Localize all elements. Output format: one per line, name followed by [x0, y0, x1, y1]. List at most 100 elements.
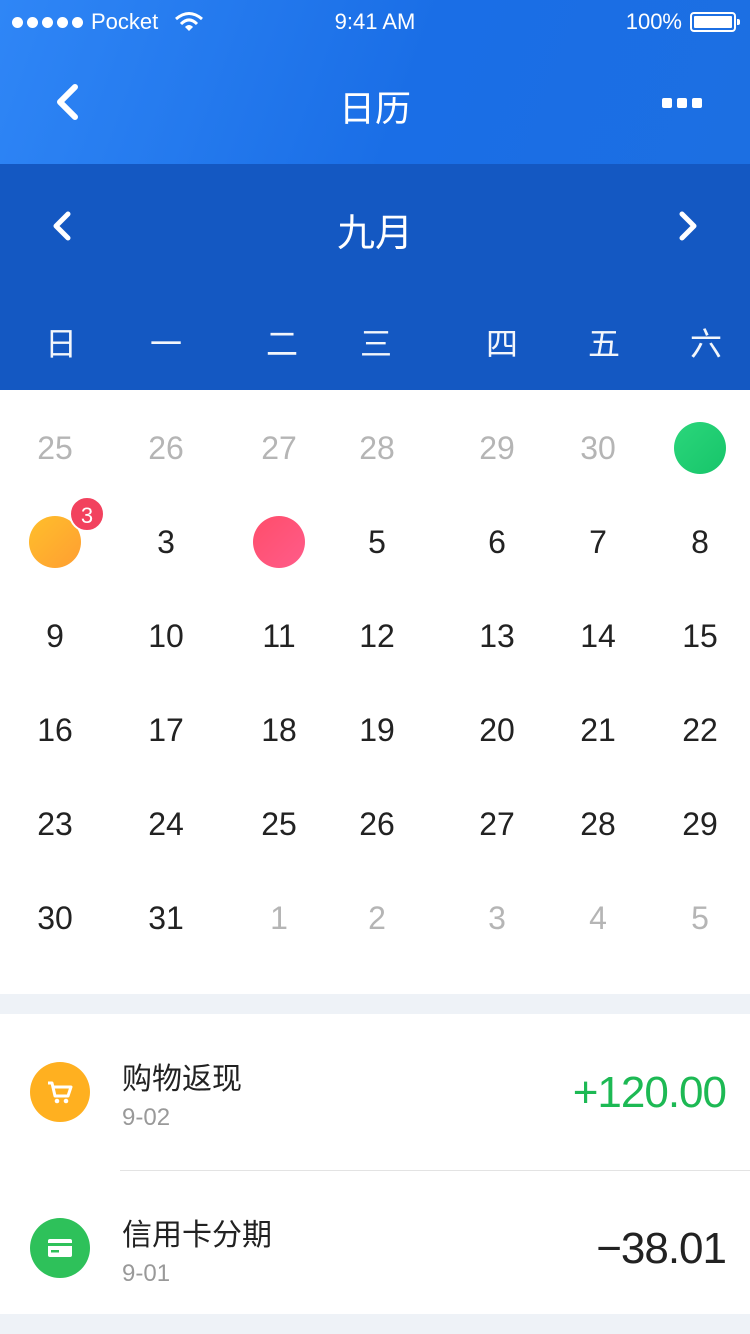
battery-icon	[690, 12, 740, 32]
calendar-day-label: 25	[261, 806, 297, 842]
notification-badge: 3	[69, 496, 105, 532]
calendar-day-label: 28	[580, 806, 616, 842]
calendar-day[interactable]: 18	[229, 700, 329, 760]
calendar-day-label: 30	[37, 900, 73, 936]
calendar-day[interactable]: 20	[447, 700, 547, 760]
weekday-label: 三	[359, 326, 392, 362]
calendar-day[interactable]: 26	[116, 418, 216, 478]
weekday-row: 日 一 二 三 四 五 六	[0, 319, 750, 362]
calendar-day[interactable]	[229, 512, 329, 572]
month-header: 九月 日 一 二 三 四 五 六	[0, 164, 750, 390]
calendar-day-label: 15	[682, 618, 718, 654]
calendar-day-label: 11	[262, 618, 296, 654]
calendar-day[interactable]: 31	[116, 888, 216, 948]
calendar-day-label: 18	[261, 712, 297, 748]
calendar-day-label: 26	[148, 430, 184, 466]
calendar-day[interactable]: 17	[116, 700, 216, 760]
cart-icon	[30, 1062, 90, 1122]
calendar-day-label: 16	[37, 712, 73, 748]
transaction-title: 购物返现	[122, 1063, 242, 1096]
more-dot	[692, 98, 702, 108]
calendar-day-label: 30	[580, 430, 616, 466]
calendar-day-label: 20	[479, 712, 515, 748]
calendar-day[interactable]: 16	[5, 700, 105, 760]
transaction-date: 9-01	[122, 1260, 171, 1287]
calendar-day-label: 27	[479, 806, 515, 842]
calendar-day-label: 29	[682, 806, 718, 842]
weekday-label: 六	[689, 326, 722, 362]
calendar-day[interactable]: 29	[650, 794, 750, 854]
calendar-day[interactable]: 25	[5, 418, 105, 478]
calendar-day[interactable]: 8	[650, 512, 750, 572]
calendar-day[interactable]: 23	[5, 794, 105, 854]
calendar-day[interactable]: 11	[229, 606, 329, 666]
calendar-day-label: 5	[368, 524, 386, 560]
calendar-day[interactable]: 2	[327, 888, 427, 948]
calendar-day-label: 21	[580, 712, 616, 748]
calendar-day[interactable]: 24	[116, 794, 216, 854]
chevron-left-icon	[57, 84, 78, 120]
calendar-day[interactable]: 26	[327, 794, 427, 854]
more-button[interactable]	[658, 88, 706, 118]
calendar-day[interactable]: 28	[548, 794, 648, 854]
calendar-day[interactable]: 3	[116, 512, 216, 572]
calendar-day[interactable]: 5	[650, 888, 750, 948]
more-dot	[677, 98, 687, 108]
app-header: Pocket 9:41 AM 100% 日历	[0, 0, 750, 164]
transaction-row[interactable]: 信用卡分期 9-01 −38.01	[0, 1170, 750, 1326]
battery-info: 100%	[625, 9, 740, 35]
calendar-day[interactable]	[650, 418, 750, 478]
calendar-day-label: 7	[589, 524, 607, 560]
calendar-day[interactable]: 19	[327, 700, 427, 760]
calendar-day[interactable]: 25	[229, 794, 329, 854]
calendar-day[interactable]: 1	[229, 888, 329, 948]
calendar-day-label: 13	[479, 618, 515, 654]
calendar-day-label: 10	[148, 618, 184, 654]
transaction-amount: −38.01	[596, 1224, 727, 1273]
calendar-grid: 25 26 27 28 29 30 3 3 5 6 7 8 9 10 11 12 13 14 15 16 17 18 19 2…	[0, 390, 750, 994]
calendar-day[interactable]: 30	[5, 888, 105, 948]
calendar-day-label: 9	[46, 618, 64, 654]
calendar-day-label: 22	[682, 712, 718, 748]
calendar-day[interactable]: 27	[447, 794, 547, 854]
calendar-day-label: 31	[148, 900, 184, 936]
calendar-day[interactable]: 27	[229, 418, 329, 478]
calendar-day[interactable]: 14	[548, 606, 648, 666]
calendar-day[interactable]: 28	[327, 418, 427, 478]
calendar-day[interactable]: 9	[5, 606, 105, 666]
calendar-day-label: 28	[359, 430, 395, 466]
card-icon	[30, 1218, 90, 1278]
weekday-label: 四	[485, 326, 518, 362]
back-button[interactable]	[48, 80, 88, 124]
status-bar: Pocket 9:41 AM 100%	[0, 0, 750, 44]
calendar-day-label: 8	[691, 524, 709, 560]
transaction-row[interactable]: 购物返现 9-02 +120.00	[0, 1014, 750, 1171]
weekday-label: 一	[149, 326, 182, 362]
calendar-day[interactable]: 5	[327, 512, 427, 572]
calendar-day[interactable]: 12	[327, 606, 427, 666]
calendar-day[interactable]: 29	[447, 418, 547, 478]
calendar-day[interactable]: 22	[650, 700, 750, 760]
calendar-day-label: 4	[589, 900, 607, 936]
transaction-date: 9-02	[122, 1104, 171, 1131]
calendar-day[interactable]: 4	[548, 888, 648, 948]
chevron-right-icon	[679, 211, 697, 241]
calendar-day-label: 3	[157, 524, 175, 560]
next-month-button[interactable]	[666, 206, 706, 246]
battery-label: 100%	[625, 9, 682, 34]
event-marker	[674, 422, 726, 474]
calendar-day[interactable]: 3	[447, 888, 547, 948]
calendar-day[interactable]: 3	[5, 496, 105, 572]
calendar-day[interactable]: 6	[447, 512, 547, 572]
calendar-day[interactable]: 7	[548, 512, 648, 572]
calendar-day-label: 29	[479, 430, 515, 466]
calendar-day[interactable]: 21	[548, 700, 648, 760]
calendar-day[interactable]: 13	[447, 606, 547, 666]
calendar-day-label: 5	[691, 900, 709, 936]
calendar-day[interactable]: 15	[650, 606, 750, 666]
calendar-day[interactable]: 10	[116, 606, 216, 666]
more-dot	[662, 98, 672, 108]
page-title: 日历	[338, 88, 411, 129]
calendar-day-label: 3	[488, 900, 506, 936]
calendar-day[interactable]: 30	[548, 418, 648, 478]
